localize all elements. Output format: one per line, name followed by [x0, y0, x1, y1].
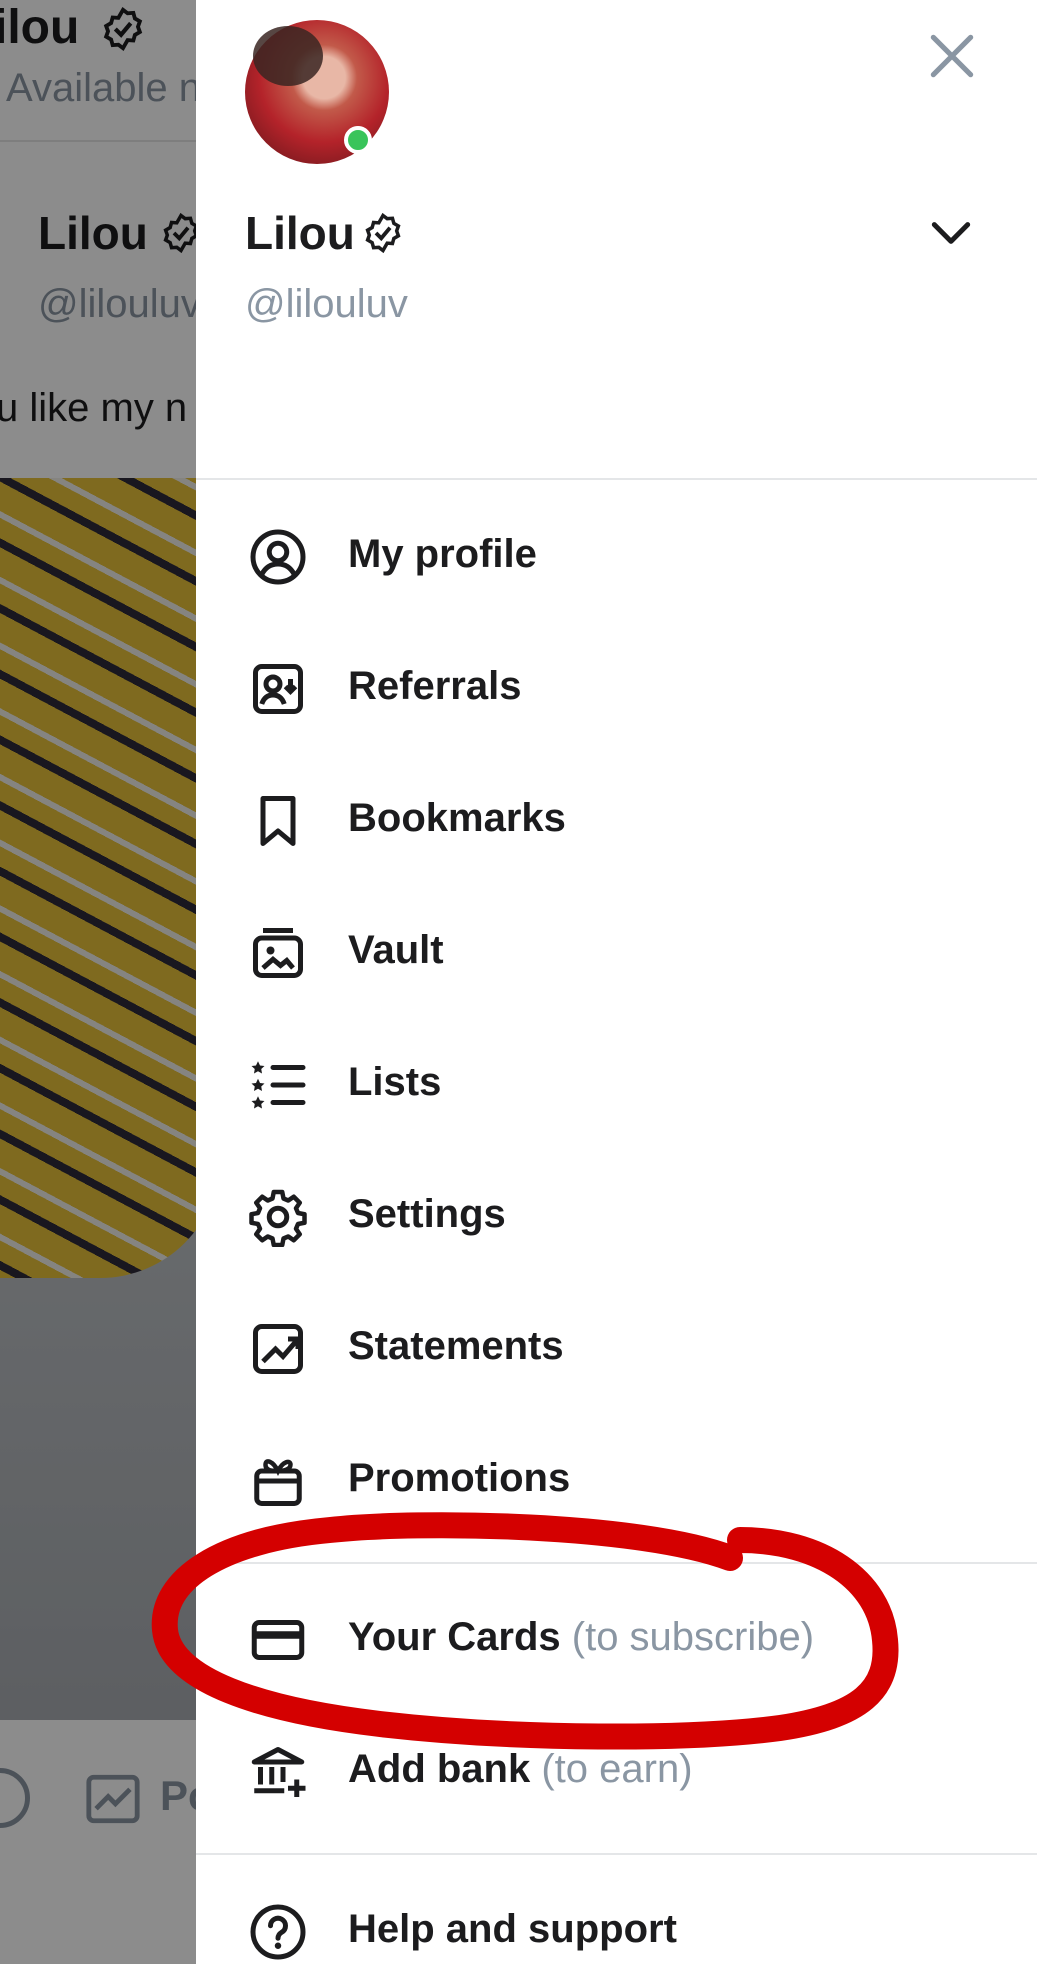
menu-label: My profile: [348, 532, 537, 576]
menu-item-my-profile[interactable]: My profile: [196, 502, 1037, 612]
menu-label: Your Cards (to subscribe): [348, 1615, 815, 1659]
gear-icon: [249, 1189, 307, 1247]
menu-label: Statements: [348, 1324, 564, 1368]
side-drawer: Lilou @lilouluv My profile Referrals Boo…: [196, 0, 1037, 1964]
referrals-icon: [253, 664, 303, 714]
menu-item-vault[interactable]: Vault: [196, 898, 1037, 1008]
chart-trend-icon: [253, 1324, 303, 1374]
menu-label: Referrals: [348, 664, 522, 708]
credit-card-icon: [251, 1620, 305, 1660]
menu-label: Help and support: [348, 1907, 677, 1951]
divider: [196, 1562, 1037, 1564]
star-list-icon: [251, 1061, 306, 1109]
verified-badge-icon: [365, 212, 401, 254]
menu-item-add-bank[interactable]: Add bank (to earn): [196, 1717, 1037, 1827]
menu-label: Add bank (to earn): [348, 1747, 693, 1791]
menu-item-lists[interactable]: Lists: [196, 1030, 1037, 1140]
gift-icon: [254, 1459, 302, 1506]
menu-item-referrals[interactable]: Referrals: [196, 634, 1037, 744]
menu-item-your-cards[interactable]: Your Cards (to subscribe): [196, 1585, 1037, 1695]
menu-sublabel: (to subscribe): [571, 1615, 815, 1659]
help-circle-icon: [250, 1904, 306, 1960]
bookmark-icon: [260, 796, 296, 846]
menu-item-help-and-support[interactable]: Help and support: [196, 1877, 1037, 1987]
menu-item-settings[interactable]: Settings: [196, 1162, 1037, 1272]
menu-item-bookmarks[interactable]: Bookmarks: [196, 766, 1037, 876]
user-circle-icon: [250, 529, 306, 585]
menu-label: Promotions: [348, 1456, 571, 1500]
menu-label: Settings: [348, 1192, 506, 1236]
menu-sublabel: (to earn): [541, 1747, 693, 1791]
menu-item-statements[interactable]: Statements: [196, 1294, 1037, 1404]
divider: [196, 478, 1037, 480]
vault-image-icon: [253, 928, 303, 978]
close-icon[interactable]: [924, 28, 980, 84]
profile-handle[interactable]: @lilouluv: [245, 282, 408, 327]
menu-label: Bookmarks: [348, 796, 566, 840]
chevron-down-icon[interactable]: [926, 208, 976, 258]
menu-item-promotions[interactable]: Promotions: [196, 1426, 1037, 1536]
online-status-dot: [344, 126, 372, 154]
profile-name[interactable]: Lilou: [245, 206, 355, 260]
menu-label: Vault: [348, 928, 444, 972]
menu-label: Lists: [348, 1060, 442, 1104]
bank-add-icon: [251, 1747, 306, 1797]
divider: [196, 1853, 1037, 1855]
